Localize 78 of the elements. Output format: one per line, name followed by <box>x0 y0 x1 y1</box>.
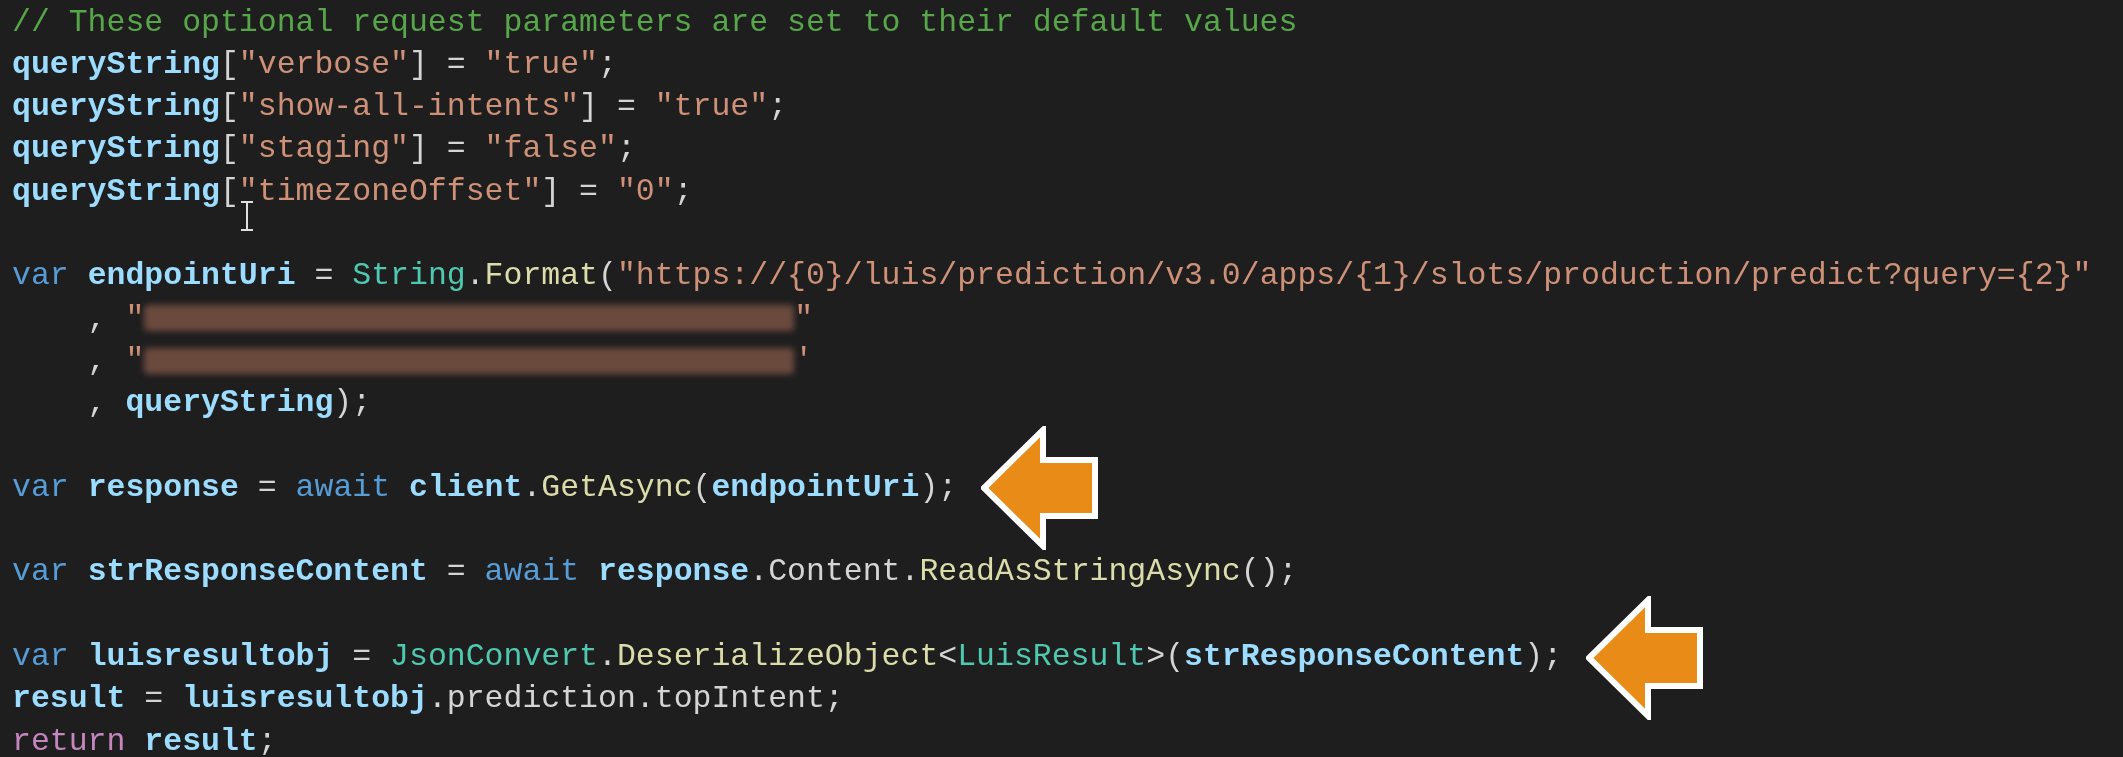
code-identifier: response <box>598 553 750 592</box>
code-punctuation: ; <box>598 45 617 84</box>
code-identifier: endpointUri <box>711 468 920 507</box>
code-punctuation: = <box>445 553 467 592</box>
code-keyword: var <box>12 468 70 507</box>
code-keyword: await <box>484 553 581 592</box>
code-punctuation: [ <box>219 45 239 84</box>
code-punctuation: ); <box>919 468 958 507</box>
code-punctuation: ); <box>1524 638 1563 676</box>
code-identifier: strResponseContent <box>1184 638 1525 676</box>
code-punctuation: >( <box>1146 638 1185 676</box>
code-identifier: result <box>12 680 126 719</box>
code-string: "staging" <box>238 130 409 169</box>
code-string: "show-all-intents" <box>238 88 580 127</box>
code-method: ReadAsStringAsync <box>919 553 1241 592</box>
code-string: ' <box>794 341 814 380</box>
code-comment: // These optional request parameters are set to their default values <box>12 3 1298 42</box>
code-punctuation: [ <box>219 130 239 169</box>
code-punctuation: [ <box>219 172 239 211</box>
code-string: "true" <box>654 88 769 127</box>
code-punctuation: ; <box>257 722 277 757</box>
code-punctuation: = <box>351 638 373 676</box>
code-identifier: strResponseContent <box>87 553 428 592</box>
code-identifier: queryString <box>12 45 220 84</box>
code-punctuation: .Content. <box>749 553 920 592</box>
code-method: Format <box>484 257 599 296</box>
code-punctuation: . <box>522 468 542 507</box>
code-punctuation: < <box>938 638 958 676</box>
code-string: "timezoneOffset" <box>238 172 542 211</box>
code-punctuation: , <box>86 384 108 423</box>
code-keyword: await <box>295 468 392 507</box>
code-identifier: luisresultobj <box>182 680 428 719</box>
code-string: "false" <box>484 130 617 169</box>
code-punctuation: = <box>313 257 335 296</box>
code-keyword: var <box>12 638 70 676</box>
code-keyword: return <box>12 722 127 757</box>
code-punctuation: ; <box>768 88 788 127</box>
code-identifier: response <box>87 468 239 507</box>
code-punctuation: . <box>598 638 617 676</box>
code-identifier: queryString <box>125 384 334 423</box>
code-punctuation: , <box>86 299 108 338</box>
code-identifier: endpointUri <box>87 257 296 296</box>
code-punctuation: ] = <box>409 45 467 84</box>
code-string: " <box>794 299 814 338</box>
code-type: LuisResult <box>957 638 1147 676</box>
code-method: GetAsync <box>541 468 693 507</box>
code-punctuation: . <box>465 257 485 296</box>
code-identifier: luisresultobj <box>87 638 334 676</box>
code-string: "verbose" <box>238 45 409 84</box>
code-method: DeserializeObject <box>616 638 939 676</box>
code-punctuation: [ <box>219 88 239 127</box>
code-string: " <box>125 341 145 380</box>
code-punctuation: (); <box>1240 553 1298 592</box>
code-punctuation: ); <box>333 384 372 423</box>
code-punctuation: = <box>256 468 278 507</box>
code-punctuation: ( <box>692 468 712 507</box>
code-punctuation: = <box>143 680 165 719</box>
code-string: " <box>125 299 145 338</box>
code-string: "0" <box>616 172 674 211</box>
code-type: String <box>352 257 466 296</box>
code-identifier: queryString <box>12 130 220 169</box>
code-punctuation: .prediction.topIntent; <box>427 680 844 719</box>
code-punctuation: ; <box>616 130 636 169</box>
code-identifier: client <box>409 468 523 507</box>
code-identifier: result <box>144 722 258 757</box>
code-punctuation: ; <box>673 172 693 211</box>
code-string: "https://{0}/luis/prediction/v3.0/apps/{1}/slots/production/predict?query={2}" <box>616 257 2092 296</box>
code-punctuation: ( <box>598 257 617 296</box>
code-identifier: queryString <box>12 88 220 127</box>
code-type: JsonConvert <box>390 638 599 676</box>
code-punctuation: ] = <box>409 130 467 169</box>
code-punctuation: ] = <box>579 88 637 127</box>
code-keyword: var <box>12 257 70 296</box>
code-string: "true" <box>484 45 599 84</box>
code-punctuation: ] = <box>541 172 599 211</box>
code-punctuation: , <box>86 341 108 380</box>
code-identifier: queryString <box>12 172 220 211</box>
code-keyword: var <box>12 553 70 592</box>
